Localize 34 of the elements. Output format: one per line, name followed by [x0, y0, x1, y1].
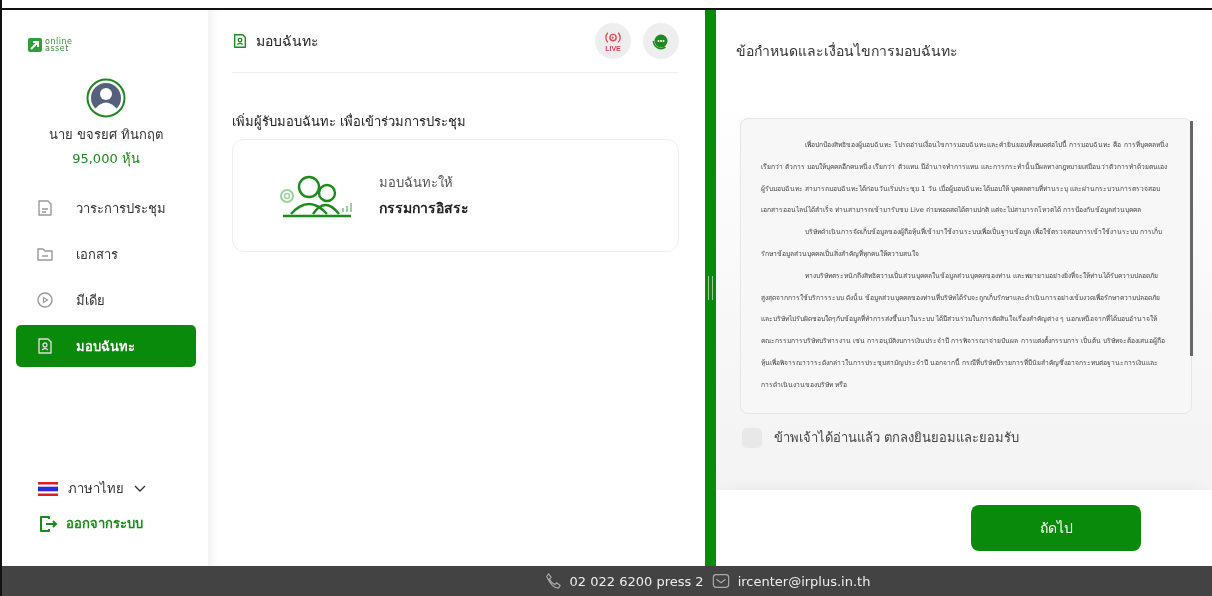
play-icon [36, 291, 54, 309]
next-button[interactable]: ถัดไป [971, 505, 1141, 551]
share-count: 95,000 หุ้น [72, 150, 140, 169]
avatar-icon [86, 78, 126, 118]
email-address: ircenter@irplus.in.th [737, 573, 871, 589]
logo-text: asset [45, 45, 69, 52]
phone-icon [543, 572, 562, 590]
page-title: มอบฉันทะ [256, 32, 319, 51]
logo-icon [28, 38, 42, 52]
agree-label: ข้าพเจ้าได้อ่านแล้ว ตกลงยินยอมและยอมรับ [774, 429, 1020, 447]
resize-handle[interactable] [708, 276, 713, 300]
folder-icon [36, 245, 54, 263]
chevron-down-icon [134, 484, 146, 493]
phone-number: 02 022 6200 press 2 [569, 573, 704, 589]
user-name: นาย ขจรยศ ทินกฤต [48, 126, 164, 144]
section-heading: เพิ่มผู้รับมอบฉันทะ เพื่อเข้าร่วมการประชุม [232, 112, 468, 132]
chat-button[interactable] [643, 23, 679, 59]
proxy-option-card[interactable]: มอบฉันทะให้ กรรมการอิสระ [232, 139, 679, 252]
sidebar-item[interactable]: เอกสาร [16, 233, 196, 275]
scrollbar[interactable] [1190, 121, 1193, 356]
person-document-icon [36, 337, 54, 355]
document-icon [36, 199, 54, 217]
logo-text: online [45, 38, 73, 45]
language-selector[interactable]: ภาษาไทย [16, 478, 146, 499]
logout-link[interactable]: ออกจากระบบ [16, 513, 143, 534]
sidebar-item[interactable]: มอบฉันทะ [16, 325, 196, 367]
logout-icon [38, 513, 58, 534]
person-document-icon [232, 33, 248, 49]
terms-title: ข้อกำหนดและเงื่อนไขการมอบฉันทะ [736, 41, 958, 61]
sidebar-item[interactable]: มีเดีย [16, 279, 196, 321]
mail-icon [711, 572, 730, 590]
sidebar-item[interactable]: วาระการประชุม [16, 187, 196, 229]
broadcast-icon [603, 31, 623, 45]
thai-flag-icon [38, 481, 58, 496]
